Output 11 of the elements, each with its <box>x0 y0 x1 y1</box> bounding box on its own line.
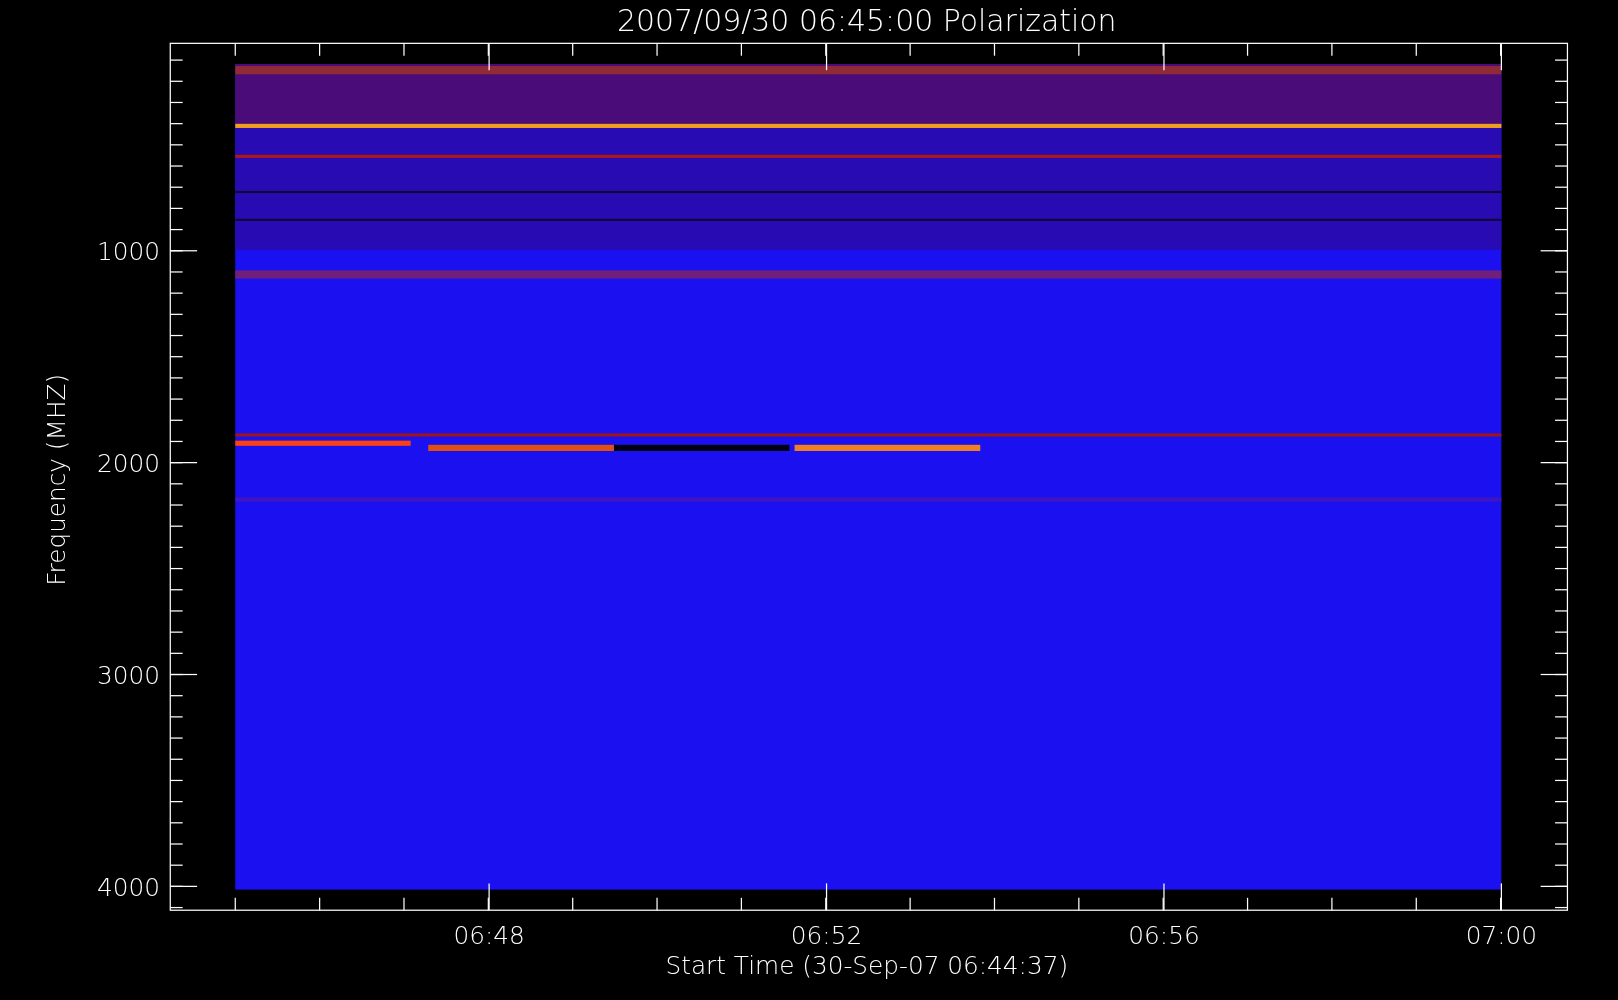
tick-label: 1000 <box>96 237 160 267</box>
tick-label: 06:52 <box>790 921 863 951</box>
tick-label: 07:00 <box>1465 921 1538 951</box>
axis-label: Frequency (MHZ) <box>42 373 71 586</box>
tick-label: 2000 <box>96 448 160 478</box>
tick-label: 4000 <box>96 872 160 902</box>
tick-label: 06:48 <box>453 921 525 951</box>
tick-label: 06:56 <box>1128 921 1200 951</box>
axis-label: Start Time (30-Sep-07 06:44:37) <box>665 951 1069 981</box>
chart-title: 2007/09/30 06:45:00 Polarization <box>617 2 1117 38</box>
tick-label: 3000 <box>96 660 160 690</box>
